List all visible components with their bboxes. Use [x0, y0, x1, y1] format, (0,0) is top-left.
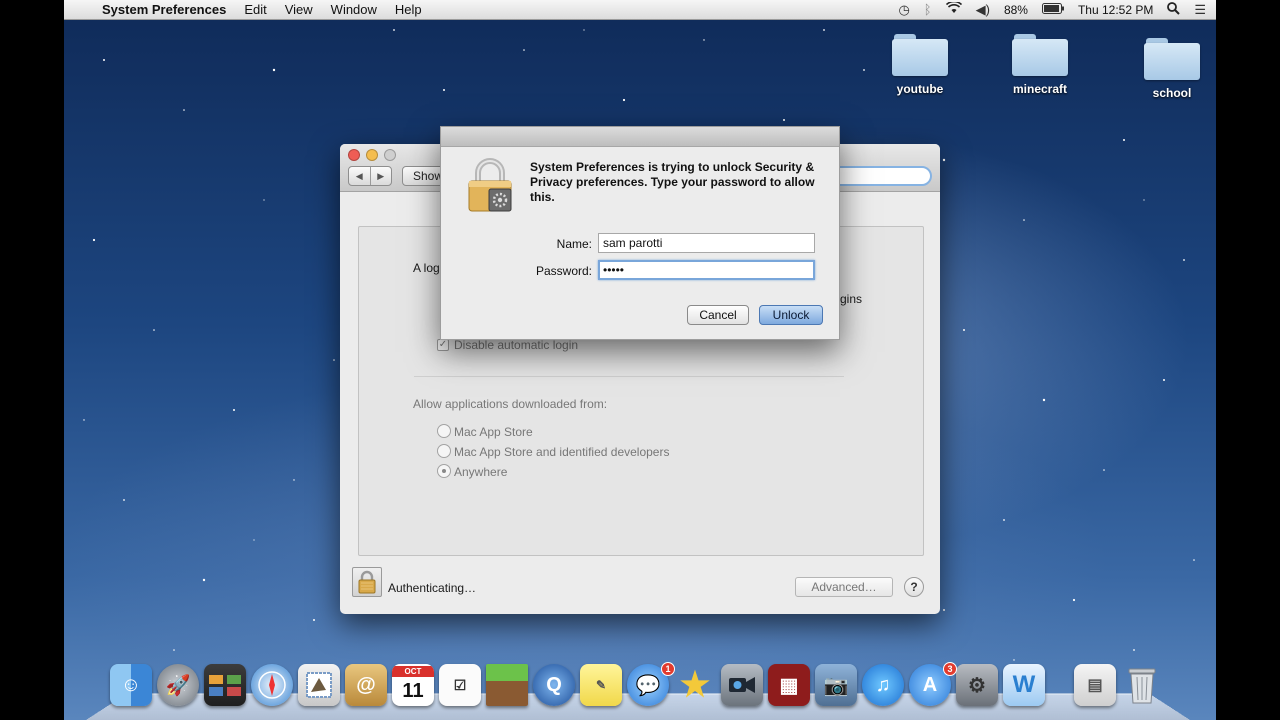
calendar-day: 11	[402, 679, 424, 702]
volume-icon[interactable]: ◀)	[976, 2, 990, 18]
menu-clock[interactable]: Thu 12:52 PM	[1078, 3, 1153, 17]
desktop: System Preferences Edit View Window Help…	[64, 0, 1216, 720]
desktop-folder-school[interactable]: school	[1127, 38, 1216, 100]
desktop-folder-youtube[interactable]: youtube	[875, 34, 965, 96]
mail-stamp-icon[interactable]	[298, 664, 340, 706]
disable-auto-login-checkbox[interactable]: ✓	[437, 339, 449, 351]
notification-center-icon[interactable]: ☰	[1194, 2, 1206, 18]
back-arrow-icon[interactable]: ◀	[349, 167, 370, 185]
menu-help[interactable]: Help	[386, 2, 431, 17]
password-field[interactable]: •••••	[598, 260, 815, 280]
lock-icon	[468, 158, 512, 212]
password-label: Password:	[535, 264, 592, 278]
wifi-icon[interactable]	[945, 0, 962, 17]
unlock-button[interactable]: Unlock	[759, 305, 823, 325]
system-preferences-gear-icon[interactable]: ⚙	[956, 664, 998, 706]
authenticating-status: Authenticating…	[388, 581, 477, 595]
cancel-button[interactable]: Cancel	[687, 305, 749, 325]
advanced-button[interactable]: Advanced…	[795, 577, 893, 597]
lock-button[interactable]	[352, 567, 382, 597]
battery-percent[interactable]: 88%	[1004, 3, 1028, 17]
dialog-titlebar	[441, 127, 839, 147]
messages-badge: 1	[661, 662, 675, 676]
dock: ☺ 🚀 @ OCT 11 ☑ Q ✎ 💬 1 ★ ▦ 📷 ♫ A 3 ⚙ W ▤	[64, 660, 1216, 720]
photo-booth-icon[interactable]: ▦	[768, 664, 810, 706]
radio-label-mac-app-store: Mac App Store	[454, 425, 533, 439]
minimize-button[interactable]	[366, 149, 378, 161]
calendar-month: OCT	[392, 665, 434, 677]
folder-label: school	[1152, 86, 1192, 100]
right-pillarbox	[1216, 0, 1280, 720]
app-store-badge: 3	[943, 662, 957, 676]
auth-message: System Preferences is trying to unlock S…	[530, 160, 815, 204]
folder-label: minecraft	[1012, 82, 1068, 96]
desktop-folder-minecraft[interactable]: minecraft	[995, 34, 1085, 96]
menu-window[interactable]: Window	[322, 2, 386, 17]
battery-icon[interactable]	[1041, 2, 1064, 17]
menu-bar: System Preferences Edit View Window Help…	[64, 0, 1216, 20]
bluetooth-icon[interactable]: ᛒ	[924, 2, 932, 17]
name-field[interactable]: sam parotti	[598, 233, 815, 253]
help-button[interactable]: ?	[904, 577, 924, 597]
folder-icon	[1012, 34, 1068, 76]
radio-label-anywhere: Anywhere	[454, 465, 508, 479]
folder-label: youtube	[896, 82, 944, 96]
mission-control-icon[interactable]	[204, 664, 246, 706]
menu-edit[interactable]: Edit	[235, 2, 275, 17]
back-forward-buttons: ◀ ▶	[348, 166, 392, 186]
trash-icon[interactable]	[1121, 664, 1163, 706]
padlock-icon	[358, 570, 376, 594]
forward-arrow-icon[interactable]: ▶	[369, 167, 392, 185]
menu-extras: ◷ ᛒ ◀) 88% Thu 12:52 PM ☰	[898, 0, 1216, 18]
zoom-button[interactable]	[384, 149, 396, 161]
left-pillarbox	[0, 0, 64, 720]
finder-icon[interactable]: ☺	[110, 664, 152, 706]
word-icon[interactable]: W	[1003, 664, 1045, 706]
safari-compass-icon[interactable]	[251, 664, 293, 706]
radio-label-identified-developers: Mac App Store and identified developers	[454, 445, 670, 459]
window-controls	[348, 149, 396, 161]
login-heading: A log	[413, 261, 440, 275]
time-machine-icon[interactable]: ◷	[898, 2, 909, 18]
imovie-star-icon[interactable]: ★	[674, 664, 716, 706]
launchpad-icon[interactable]: 🚀	[157, 664, 199, 706]
spotlight-search-icon[interactable]	[1167, 1, 1181, 18]
radio-anywhere[interactable]	[437, 464, 451, 478]
quicktime-icon[interactable]: Q	[533, 664, 575, 706]
stickies-icon[interactable]: ✎	[580, 664, 622, 706]
radio-identified-developers[interactable]	[437, 444, 451, 458]
menu-view[interactable]: View	[276, 2, 322, 17]
itunes-icon[interactable]: ♫	[862, 664, 904, 706]
folder-icon	[892, 34, 948, 76]
section-divider	[414, 376, 844, 377]
folder-icon	[1144, 38, 1200, 80]
radio-mac-app-store[interactable]	[437, 424, 451, 438]
logins-text-fragment: gins	[840, 292, 863, 306]
preferences-search-input[interactable]	[828, 166, 932, 186]
close-button[interactable]	[348, 149, 360, 161]
calendar-icon[interactable]: OCT 11	[392, 664, 434, 706]
authentication-dialog: System Preferences is trying to unlock S…	[440, 126, 840, 340]
menu-app-name[interactable]: System Preferences	[98, 2, 235, 17]
iphoto-icon[interactable]: 📷	[815, 664, 857, 706]
disable-auto-login-label: Disable automatic login	[454, 338, 579, 352]
minecraft-icon[interactable]	[486, 664, 528, 706]
contacts-icon[interactable]: @	[345, 664, 387, 706]
allow-apps-heading: Allow applications downloaded from:	[413, 397, 608, 411]
downloads-stack-icon[interactable]: ▤	[1074, 664, 1116, 706]
facetime-camera-icon[interactable]	[721, 664, 763, 706]
reminders-icon[interactable]: ☑	[439, 664, 481, 706]
name-label: Name:	[556, 237, 592, 251]
